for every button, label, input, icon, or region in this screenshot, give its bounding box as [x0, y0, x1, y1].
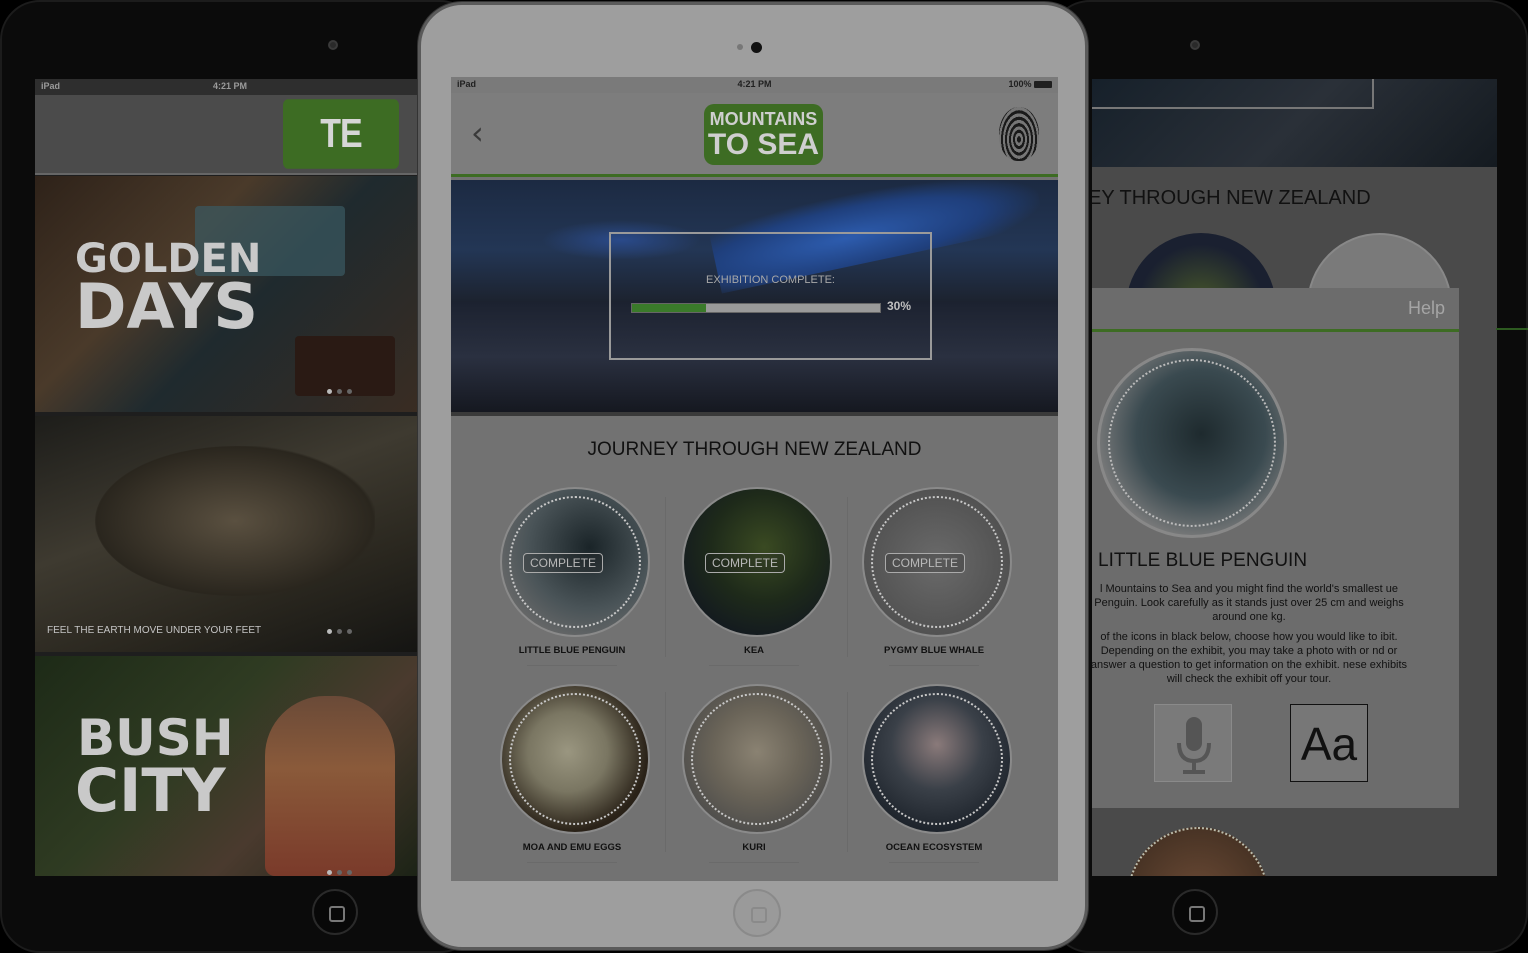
- tile-underline: [889, 862, 979, 863]
- tile-underline: [527, 665, 617, 666]
- battery-percent: 100%: [1008, 79, 1032, 89]
- mountains-to-sea-screen: iPad 4:21 PM 100% ‹ MOUNTAINS TO SEA EXH…: [451, 77, 1058, 881]
- front-camera: [1190, 40, 1200, 50]
- clock: 4:21 PM: [737, 79, 772, 89]
- section-heading: JOURNEY THROUGH NEW ZEALAND: [587, 439, 922, 460]
- exhibit-tile[interactable]: MOA AND EMU EGGS: [487, 684, 657, 863]
- help-link[interactable]: Help: [1408, 298, 1445, 319]
- grid-divider: [665, 692, 666, 852]
- tile-underline: [709, 862, 799, 863]
- complete-badge: COMPLETE: [705, 553, 786, 573]
- app-header: ‹ MOUNTAINS TO SEA: [451, 93, 1058, 177]
- text-tool-button[interactable]: Aa: [1290, 704, 1368, 782]
- bush-city-banner[interactable]: BUSH CITY: [35, 656, 425, 876]
- carousel-dots: [327, 870, 352, 875]
- exhibit-label: PYGMY BLUE WHALE: [883, 645, 985, 656]
- tile-underline: [889, 665, 979, 666]
- kuri-image: [682, 684, 832, 834]
- ocean-ecosystem-image: [862, 684, 1012, 834]
- home-button[interactable]: [733, 889, 781, 937]
- section-heading: EY THROUGH NEW ZEALAND: [1092, 187, 1371, 209]
- dinosaur-banner[interactable]: FEEL THE EARTH MOVE UNDER YOUR FEET: [35, 416, 425, 652]
- exhibit-label: KEA: [743, 645, 765, 656]
- exhibit-label: OCEAN ECOSYSTEM: [885, 842, 983, 853]
- front-camera: [328, 40, 338, 50]
- progress-percent: 30%: [887, 299, 912, 313]
- exhibit-tile[interactable]: KURI: [669, 684, 839, 863]
- banner-photo: [95, 446, 375, 596]
- carousel-dots: [327, 629, 352, 634]
- exhibit-tile[interactable]: COMPLETE KEA: [669, 487, 839, 666]
- te-papa-home-screen: iPad 4:21 PM TE PAPA GOLDEN DAYS FEEL TH…: [35, 79, 425, 876]
- exhibit-label: LITTLE BLUE PENGUIN: [518, 645, 626, 656]
- center-ipad: iPad 4:21 PM 100% ‹ MOUNTAINS TO SEA EXH…: [418, 2, 1088, 950]
- home-button[interactable]: [312, 889, 358, 935]
- banner-photo: [295, 336, 395, 396]
- progress-label: EXHIBITION COMPLETE:: [706, 274, 835, 286]
- exhibition-hero: EXHIBITION COMPLETE: 30%: [451, 180, 1058, 416]
- moa-and-emu-eggs-image: [500, 684, 650, 834]
- battery-indicator: 100%: [1008, 79, 1052, 89]
- complete-badge: COMPLETE: [885, 553, 966, 573]
- logo-line1: MOUNTAINS: [709, 109, 818, 129]
- grid-divider: [665, 497, 666, 657]
- exhibit-label: KURI: [742, 842, 766, 853]
- progress-fill: [632, 304, 707, 312]
- grid-divider: [847, 497, 848, 657]
- app-header: TE PAPA: [35, 95, 425, 226]
- status-bar: iPad 4:21 PM: [35, 79, 425, 95]
- exhibit-title: LITTLE BLUE PENGUIN: [1098, 550, 1308, 571]
- exhibit-description: l Mountains to Sea and you might find th…: [1092, 582, 1412, 692]
- banner-photo: [265, 696, 395, 876]
- front-camera: [751, 42, 762, 53]
- tile-underline: [709, 665, 799, 666]
- exhibit-tile[interactable]: OCEAN ECOSYSTEM: [849, 684, 1019, 863]
- microphone-icon: [1177, 717, 1211, 774]
- banner-title-line2: CITY: [75, 756, 226, 826]
- hero-image: [1092, 79, 1497, 167]
- te-papa-logo[interactable]: TE PAPA: [283, 99, 399, 226]
- carousel-dots: [327, 389, 352, 394]
- banner-title-line1: BUSH: [77, 709, 234, 767]
- exhibit-thumbnail[interactable]: [1127, 827, 1269, 876]
- grid-divider: [847, 692, 848, 852]
- right-ipad: EY THROUGH NEW ZEALAND Help LITTLE BLUE …: [1050, 0, 1528, 953]
- left-ipad: iPad 4:21 PM TE PAPA GOLDEN DAYS FEEL TH…: [0, 0, 480, 953]
- fingerprint-icon[interactable]: [999, 107, 1039, 161]
- progress-bar: [631, 303, 881, 313]
- divider-line: [1496, 328, 1528, 330]
- banner-caption: FEEL THE EARTH MOVE UNDER YOUR FEET: [47, 625, 262, 636]
- back-button[interactable]: ‹: [471, 117, 497, 149]
- description-paragraph: of the icons in black below, choose how …: [1092, 631, 1408, 685]
- battery-icon: [1034, 81, 1052, 89]
- exhibition-progress-panel: EXHIBITION COMPLETE: 30%: [609, 232, 932, 360]
- microphone-tool-button[interactable]: [1154, 704, 1232, 782]
- exhibit-label: MOA AND EMU EGGS: [522, 842, 622, 853]
- complete-badge: COMPLETE: [523, 553, 604, 573]
- tile-underline: [527, 862, 617, 863]
- sensor: [737, 44, 743, 50]
- exhibit-tile[interactable]: COMPLETE LITTLE BLUE PENGUIN: [487, 487, 657, 666]
- clock: 4:21 PM: [212, 81, 247, 91]
- exhibit-help-card: Help LITTLE BLUE PENGUIN l Mountains to …: [1092, 288, 1459, 808]
- home-button[interactable]: [1172, 889, 1218, 935]
- logo-line2: TO SEA: [707, 128, 820, 161]
- help-card-header: Help: [1092, 288, 1459, 332]
- exhibit-help-screen: EY THROUGH NEW ZEALAND Help LITTLE BLUE …: [1092, 79, 1497, 876]
- mountains-to-sea-logo: MOUNTAINS TO SEA: [704, 104, 823, 165]
- status-bar: iPad 4:21 PM 100%: [451, 77, 1058, 93]
- banner-title-line2: DAYS: [75, 270, 259, 343]
- description-paragraph: l Mountains to Sea and you might find th…: [1094, 583, 1404, 623]
- golden-days-banner[interactable]: GOLDEN DAYS: [35, 176, 425, 412]
- penguin-image: [1097, 348, 1287, 538]
- exhibit-tile[interactable]: COMPLETE PYGMY BLUE WHALE: [849, 487, 1019, 666]
